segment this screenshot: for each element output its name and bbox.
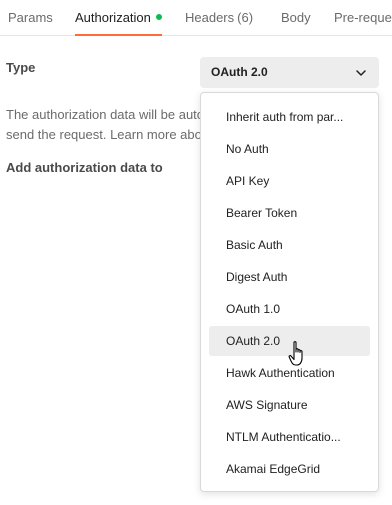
menu-item-inherit-auth[interactable]: Inherit auth from par...: [209, 102, 370, 132]
tab-params-label: Params: [8, 10, 53, 25]
menu-item-aws-signature[interactable]: AWS Signature: [209, 390, 370, 420]
tab-headers[interactable]: Headers (6): [185, 0, 253, 36]
type-label: Type: [6, 60, 36, 75]
auth-type-select-value: OAuth 2.0: [211, 65, 268, 79]
add-auth-data-label: Add authorization data to: [6, 160, 163, 175]
menu-item-no-auth[interactable]: No Auth: [209, 134, 370, 164]
auth-type-menu: Inherit auth from par... No Auth API Key…: [200, 92, 379, 492]
request-tabs: Params Authorization Headers (6) Body Pre…: [0, 0, 392, 36]
auth-type-select[interactable]: OAuth 2.0: [200, 57, 379, 88]
menu-item-ntlm-authentication[interactable]: NTLM Authenticatio...: [209, 422, 370, 452]
chevron-down-icon: [356, 70, 366, 76]
menu-item-digest-auth[interactable]: Digest Auth: [209, 262, 370, 292]
authorization-panel: Params Authorization Headers (6) Body Pre…: [0, 0, 392, 505]
menu-item-akamai-edgegrid[interactable]: Akamai EdgeGrid: [209, 454, 370, 484]
tab-body[interactable]: Body: [281, 0, 311, 36]
auth-description-line-2: send the request. Learn more abou: [6, 127, 210, 142]
menu-item-oauth-2[interactable]: OAuth 2.0: [209, 326, 370, 356]
tab-pre-request-label: Pre-reque: [334, 10, 392, 25]
menu-item-api-key[interactable]: API Key: [209, 166, 370, 196]
tab-authorization[interactable]: Authorization: [75, 0, 162, 36]
menu-item-oauth-1[interactable]: OAuth 1.0: [209, 294, 370, 324]
menu-item-bearer-token[interactable]: Bearer Token: [209, 198, 370, 228]
tab-pre-request[interactable]: Pre-reque: [334, 0, 392, 36]
tab-headers-count: (6): [237, 10, 254, 25]
tab-authorization-label: Authorization: [75, 10, 151, 25]
menu-item-hawk-authentication[interactable]: Hawk Authentication: [209, 358, 370, 388]
menu-item-basic-auth[interactable]: Basic Auth: [209, 230, 370, 260]
status-dot-icon: [155, 14, 162, 20]
auth-description-line-1: The authorization data will be auto: [6, 107, 205, 122]
tab-headers-label: Headers: [185, 10, 235, 25]
auth-description: The authorization data will be auto send…: [6, 105, 226, 145]
tab-params[interactable]: Params: [8, 0, 53, 36]
tab-body-label: Body: [281, 10, 311, 25]
